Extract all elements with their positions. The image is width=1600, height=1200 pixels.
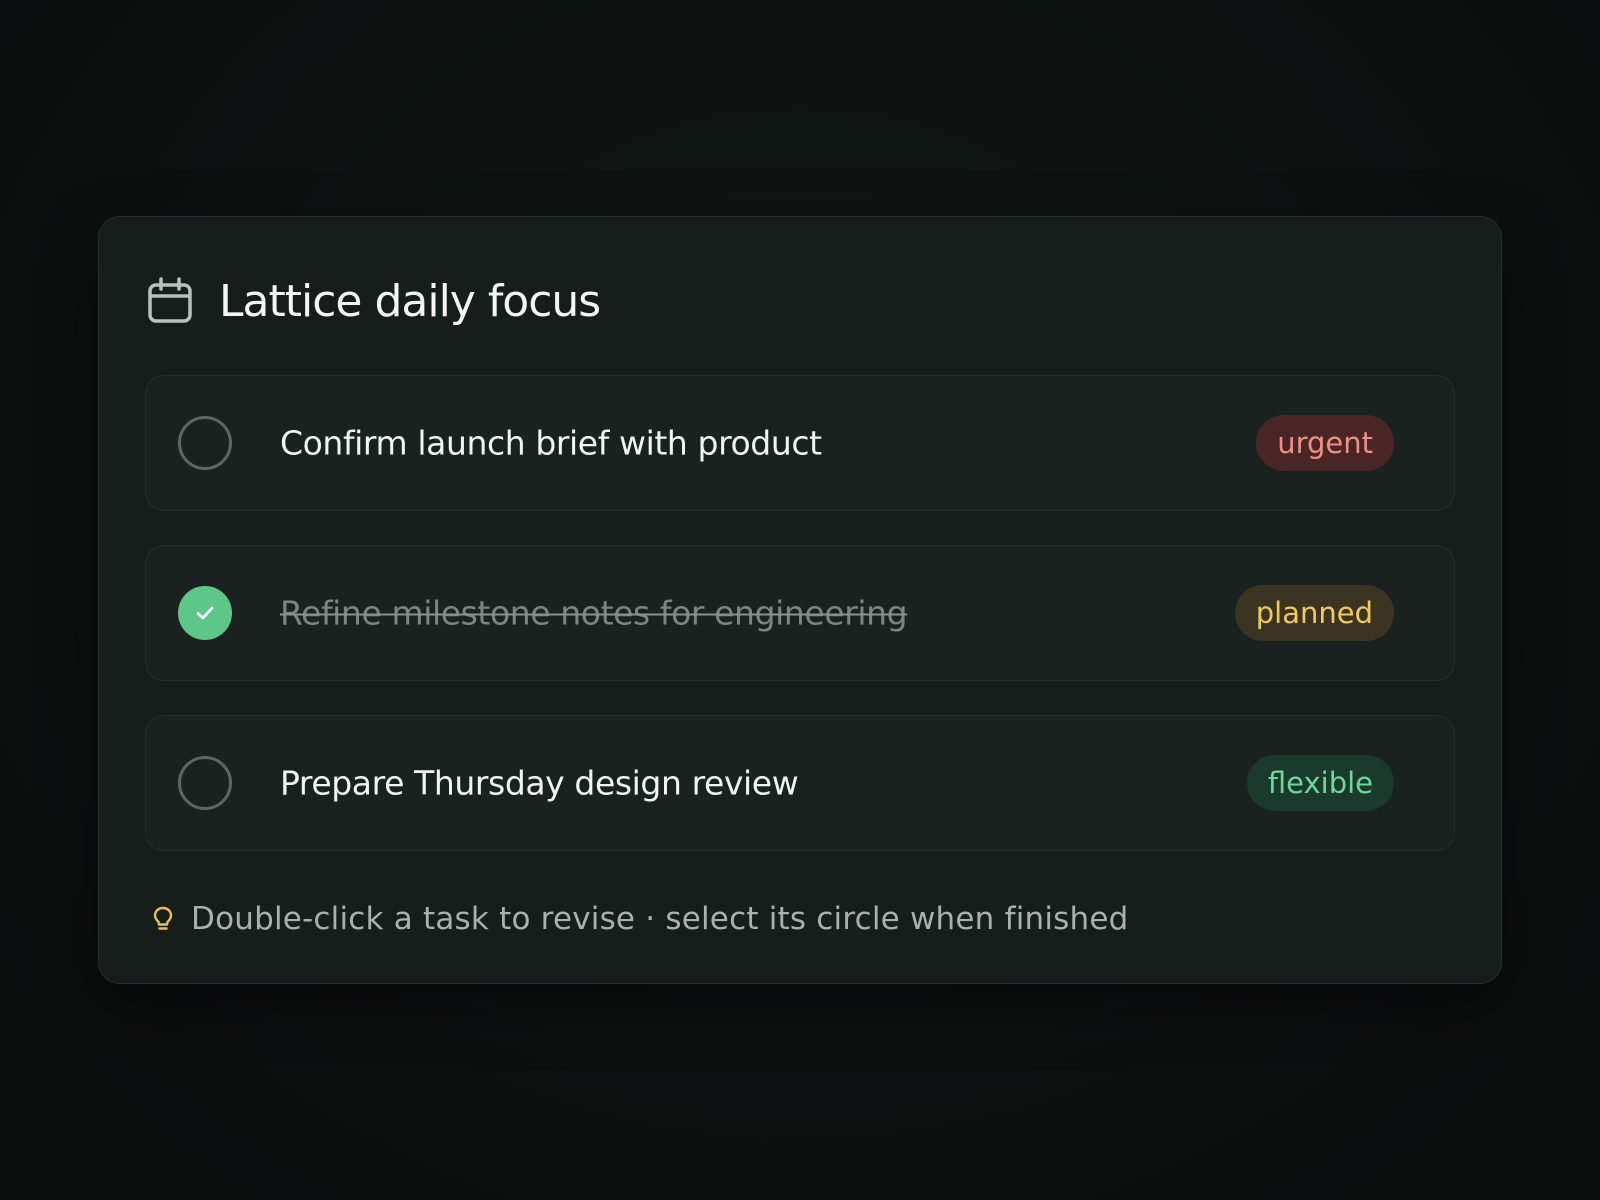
task-row[interactable]: Refine milestone notes for engineering p…	[145, 545, 1455, 681]
checkmark-icon	[196, 606, 214, 620]
card-header: Lattice daily focus	[147, 275, 601, 327]
priority-badge: planned	[1234, 585, 1394, 641]
task-checkbox[interactable]	[178, 756, 232, 810]
lightbulb-icon	[151, 904, 175, 934]
hint-text: Double-click a task to revise · select i…	[191, 901, 1129, 937]
hint-bar: Double-click a task to revise · select i…	[151, 899, 1129, 939]
task-row[interactable]: Confirm launch brief with product urgent	[145, 375, 1455, 511]
task-label[interactable]: Confirm launch brief with product	[280, 424, 822, 463]
task-row[interactable]: Prepare Thursday design review flexible	[145, 715, 1455, 851]
task-label[interactable]: Refine milestone notes for engineering	[280, 594, 908, 633]
page-title: Lattice daily focus	[219, 275, 601, 327]
focus-card: Lattice daily focus Confirm launch brief…	[98, 216, 1502, 984]
priority-badge: urgent	[1256, 415, 1394, 471]
calendar-icon	[147, 277, 193, 325]
task-checkbox[interactable]	[178, 416, 232, 470]
task-checkbox[interactable]	[178, 586, 232, 640]
priority-badge: flexible	[1246, 755, 1394, 811]
task-label[interactable]: Prepare Thursday design review	[280, 764, 799, 803]
